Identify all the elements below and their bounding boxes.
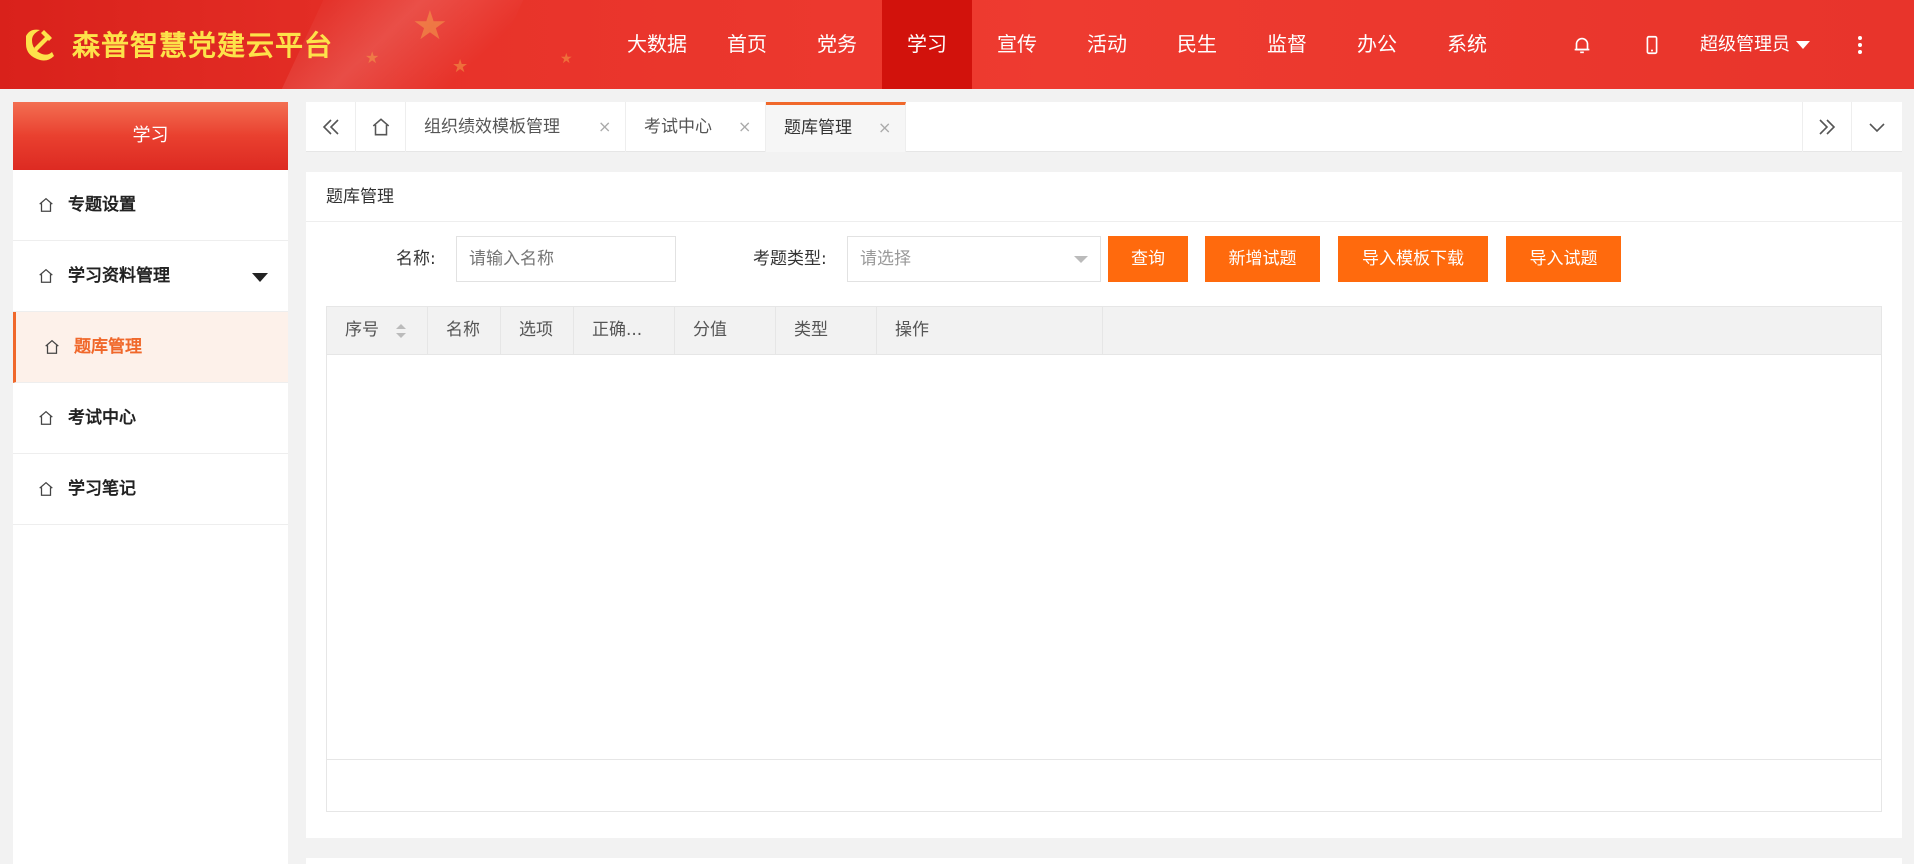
sort-icon[interactable] [395,324,407,338]
notification-button[interactable] [1552,0,1612,89]
query-button[interactable]: 查询 [1108,236,1188,282]
question-type-label: 考题类型: [753,249,827,269]
column-header-name: 名称 [428,307,501,354]
question-table: 序号 名称 选项 正确... 分值 类型 操作 [326,306,1882,812]
tab-question-bank[interactable]: 题库管理 × [766,102,906,152]
top-header: ★ ★ ★ ★ 森普智慧党建云平台 大数据 首页 党务 学习 宣传 活动 民生 … [0,0,1914,89]
question-type-value: 请选择 [860,249,911,269]
main-panel: 题库管理 名称: 考题类型: 请选择 查询 新增试题 导入模板下载 导入试题 序… [306,172,1902,838]
star-decoration-icon: ★ [365,48,380,67]
close-icon[interactable]: × [598,102,611,152]
app-title: 森普智慧党建云平台 [72,29,334,62]
sidebar: 学习 专题设置 学习资料管理 题库管理 考试中心 学习笔记 [13,102,288,864]
tabs-bar: 组织绩效模板管理 × 考试中心 × 题库管理 × [306,102,1902,152]
mobile-icon [1646,35,1658,54]
table-header: 序号 名称 选项 正确... 分值 类型 操作 [327,307,1881,355]
tab-label: 组织绩效模板管理 [424,117,560,137]
nav-item-livelihood[interactable]: 民生 [1152,0,1242,89]
column-header-score: 分值 [675,307,776,354]
chevron-down-icon [1869,123,1885,133]
sidebar-item-label: 题库管理 [74,336,142,357]
caret-down-icon [252,273,268,282]
nav-item-activity[interactable]: 活动 [1062,0,1152,89]
tabs-menu-button[interactable] [1852,102,1902,152]
tab-org-performance-template[interactable]: 组织绩效模板管理 × [406,102,626,152]
home-icon [372,118,389,136]
nav-item-supervision[interactable]: 监督 [1242,0,1332,89]
column-header-options: 选项 [501,307,574,354]
sidebar-item-question-bank[interactable]: 题库管理 [13,312,288,383]
secondary-panel-edge [306,858,1902,864]
top-nav: 大数据 首页 党务 学习 宣传 活动 民生 监督 办公 系统 [612,0,1512,89]
sidebar-item-study-materials[interactable]: 学习资料管理 [13,241,288,312]
nav-item-home[interactable]: 首页 [702,0,792,89]
nav-item-office[interactable]: 办公 [1332,0,1422,89]
party-emblem-icon [26,29,54,61]
tab-exam-center[interactable]: 考试中心 × [626,102,766,152]
sidebar-item-exam-center[interactable]: 考试中心 [13,383,288,454]
home-icon [45,339,59,354]
name-filter-label: 名称: [396,249,436,269]
page-title: 题库管理 [306,172,1902,222]
home-icon [39,197,53,212]
more-vertical-icon [1858,35,1862,54]
nav-item-study[interactable]: 学习 [882,0,972,89]
sidebar-item-label: 学习笔记 [68,478,136,499]
nav-item-publicity[interactable]: 宣传 [972,0,1062,89]
user-menu[interactable]: 超级管理员 [1700,0,1810,89]
chevron-down-icon [1796,40,1810,49]
home-icon [39,481,53,496]
sidebar-item-label: 学习资料管理 [68,265,170,286]
star-decoration-icon: ★ [560,51,573,67]
home-icon [39,268,53,283]
nav-item-bigdata[interactable]: 大数据 [612,0,702,89]
sidebar-item-label: 考试中心 [68,407,136,428]
nav-item-system[interactable]: 系统 [1422,0,1512,89]
double-chevron-right-icon [1819,119,1836,135]
tab-label: 题库管理 [784,118,852,138]
more-button[interactable] [1830,0,1890,89]
sidebar-item-topic-settings[interactable]: 专题设置 [13,170,288,241]
caret-down-icon [1074,256,1088,263]
column-header-type: 类型 [776,307,877,354]
question-type-select[interactable]: 请选择 [847,236,1101,282]
sidebar-item-study-notes[interactable]: 学习笔记 [13,454,288,525]
name-search-input[interactable] [456,236,676,282]
tabs-scroll-left-button[interactable] [306,102,356,152]
close-icon[interactable]: × [878,105,891,151]
sidebar-item-label: 专题设置 [68,194,136,215]
column-header-correct-answer: 正确... [574,307,675,354]
tab-label: 考试中心 [644,117,712,137]
column-header-index[interactable]: 序号 [327,307,428,354]
tab-home[interactable] [356,102,406,152]
table-footer [327,759,1881,811]
import-questions-button[interactable]: 导入试题 [1506,236,1621,282]
column-header-actions: 操作 [877,307,1103,354]
bell-icon [1574,37,1590,53]
nav-item-party-affairs[interactable]: 党务 [792,0,882,89]
template-download-button[interactable]: 导入模板下载 [1338,236,1488,282]
star-decoration-icon: ★ [452,56,469,77]
home-icon [39,410,53,425]
app-logo[interactable]: 森普智慧党建云平台 [18,24,333,64]
star-decoration-icon: ★ [412,3,448,49]
sidebar-title: 学习 [13,102,288,170]
user-name: 超级管理员 [1700,34,1790,55]
add-question-button[interactable]: 新增试题 [1205,236,1320,282]
close-icon[interactable]: × [738,102,751,152]
tabs-scroll-right-button[interactable] [1802,102,1852,152]
mobile-button[interactable] [1622,0,1682,89]
double-chevron-left-icon [322,119,339,135]
